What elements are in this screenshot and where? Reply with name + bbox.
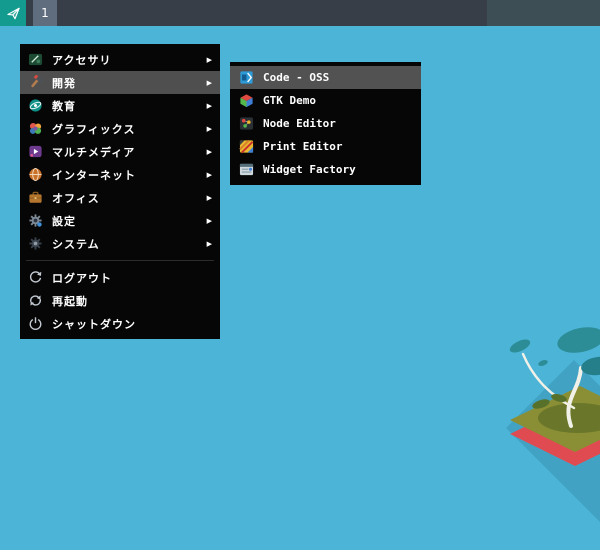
submenu-item-label: Print Editor	[263, 140, 342, 153]
menu-item-system[interactable]: システム ▶	[20, 232, 220, 255]
logout-icon	[28, 270, 43, 285]
submenu-item-label: Node Editor	[263, 117, 336, 130]
submenu-item-node-editor[interactable]: Node Editor	[230, 112, 421, 135]
chevron-right-icon: ▶	[207, 79, 212, 87]
menu-item-shutdown[interactable]: シャットダウン	[20, 312, 220, 335]
submenu-item-widget-factory[interactable]: Widget Factory	[230, 158, 421, 181]
menu-item-label: システム	[52, 236, 100, 252]
office-icon	[28, 190, 43, 205]
widget-factory-icon	[239, 162, 254, 177]
education-icon	[28, 98, 43, 113]
application-menu: アクセサリ ▶ 開発 ▶ 教育 ▶ グラフィックス ▶ マルチメディア ▶ イン	[20, 44, 220, 339]
chevron-right-icon: ▶	[207, 217, 212, 225]
taskbar: 1	[0, 0, 600, 26]
submenu-item-label: Code - OSS	[263, 71, 329, 84]
workspace-label: 1	[41, 6, 49, 20]
print-editor-icon	[239, 139, 254, 154]
workspace-tab-1[interactable]: 1	[33, 0, 57, 26]
chevron-right-icon: ▶	[207, 240, 212, 248]
submenu-item-code-oss[interactable]: Code - OSS	[230, 66, 421, 89]
menu-item-label: 再起動	[52, 293, 88, 309]
system-icon	[28, 236, 43, 251]
menu-item-accessories[interactable]: アクセサリ ▶	[20, 48, 220, 71]
menu-item-logout[interactable]: ログアウト	[20, 266, 220, 289]
menu-item-label: ログアウト	[52, 270, 112, 286]
node-editor-icon	[239, 116, 254, 131]
internet-icon	[28, 167, 43, 182]
app-launcher-button[interactable]	[0, 0, 26, 26]
settings-icon	[28, 213, 43, 228]
menu-item-label: マルチメディア	[52, 144, 135, 160]
menu-item-internet[interactable]: インターネット ▶	[20, 163, 220, 186]
menu-item-label: オフィス	[52, 190, 100, 206]
menu-item-office[interactable]: オフィス ▶	[20, 186, 220, 209]
menu-item-graphics[interactable]: グラフィックス ▶	[20, 117, 220, 140]
accessories-icon	[28, 52, 43, 67]
chevron-right-icon: ▶	[207, 102, 212, 110]
submenu-item-label: GTK Demo	[263, 94, 316, 107]
submenu-item-label: Widget Factory	[263, 163, 356, 176]
menu-item-label: インターネット	[52, 167, 136, 183]
multimedia-icon	[28, 144, 43, 159]
menu-item-settings[interactable]: 設定 ▶	[20, 209, 220, 232]
chevron-right-icon: ▶	[207, 148, 212, 156]
menu-item-label: グラフィックス	[52, 121, 135, 137]
submenu-item-gtk-demo[interactable]: GTK Demo	[230, 89, 421, 112]
chevron-right-icon: ▶	[207, 56, 212, 64]
code-oss-icon	[239, 70, 254, 85]
submenu-item-print-editor[interactable]: Print Editor	[230, 135, 421, 158]
shutdown-icon	[28, 316, 43, 331]
development-submenu: Code - OSS GTK Demo Node Editor Print Ed…	[230, 62, 421, 185]
taskbar-tray-area	[487, 0, 600, 26]
chevron-right-icon: ▶	[207, 194, 212, 202]
menu-item-education[interactable]: 教育 ▶	[20, 94, 220, 117]
menu-item-label: 教育	[52, 98, 76, 114]
menu-separator	[26, 260, 214, 261]
menu-item-restart[interactable]: 再起動	[20, 289, 220, 312]
menu-item-development[interactable]: 開発 ▶	[20, 71, 220, 94]
send-icon	[6, 6, 21, 21]
development-icon	[28, 75, 43, 90]
restart-icon	[28, 293, 43, 308]
gtk-demo-icon	[239, 93, 254, 108]
menu-item-label: 開発	[52, 75, 76, 91]
menu-item-label: アクセサリ	[52, 52, 111, 68]
chevron-right-icon: ▶	[207, 171, 212, 179]
menu-item-multimedia[interactable]: マルチメディア ▶	[20, 140, 220, 163]
graphics-icon	[28, 121, 43, 136]
wallpaper-island-illustration	[440, 300, 600, 550]
menu-item-label: シャットダウン	[52, 316, 136, 332]
menu-item-label: 設定	[52, 213, 76, 229]
chevron-right-icon: ▶	[207, 125, 212, 133]
